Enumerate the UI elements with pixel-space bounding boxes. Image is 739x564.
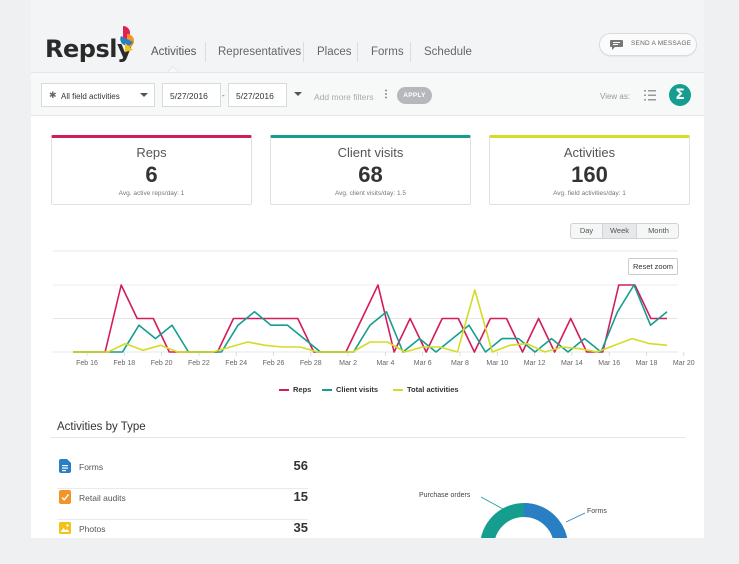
stat-card-title: Client visits	[337, 145, 404, 160]
donut-slice-forms[interactable]	[523, 503, 567, 538]
send-message-label: SEND A MESSAGE	[631, 40, 692, 47]
legend-label: Total activities	[407, 385, 459, 394]
chevron-down-icon	[140, 93, 148, 97]
list-view-icon[interactable]	[644, 90, 656, 101]
send-message-button[interactable]: SEND A MESSAGE	[599, 33, 697, 56]
type-row-retail-audits[interactable]: Retail audits 15	[57, 489, 308, 520]
type-row-value: 35	[293, 520, 308, 535]
x-axis-label: Feb 24	[225, 360, 247, 367]
date-from-input[interactable]: 5/27/2016	[162, 83, 221, 107]
x-axis-label: Mar 6	[414, 360, 432, 367]
date-to-input[interactable]: 5/27/2016	[228, 83, 287, 107]
app-frame: Repsly Activities Representatives Places…	[31, 0, 704, 538]
summary-view-button[interactable]: Σ	[669, 84, 691, 106]
nav-divider	[357, 42, 358, 62]
nav-tab-places[interactable]: Places	[317, 46, 352, 58]
nav-tab-activities[interactable]: Activities	[151, 46, 196, 58]
type-row-label: Retail audits	[79, 493, 126, 503]
date-range-dropdown-icon[interactable]	[294, 92, 302, 96]
stat-card-subtitle: Avg. client visits/day: 1.5	[334, 190, 407, 197]
period-week-button[interactable]: Week	[603, 224, 637, 238]
nav-tab-representatives[interactable]: Representatives	[218, 46, 301, 58]
nav-tab-forms[interactable]: Forms	[371, 46, 404, 58]
chat-bubble-icon	[610, 40, 623, 50]
stat-card-value: 160	[571, 162, 608, 187]
date-from-value: 5/27/2016	[170, 91, 208, 101]
x-axis-label: Mar 16	[598, 360, 620, 367]
legend-swatch	[393, 389, 403, 391]
activity-type-value: All field activities	[61, 92, 120, 101]
x-axis-label: Feb 20	[151, 360, 173, 367]
x-axis-label: Feb 26	[263, 360, 285, 367]
form-icon	[59, 459, 71, 473]
more-options-icon[interactable]: ⋮	[381, 89, 391, 100]
top-navigation: Repsly Activities Representatives Places…	[31, 0, 704, 72]
stat-card-value: 68	[358, 162, 383, 187]
type-row-value: 15	[293, 489, 308, 504]
stat-card-title: Reps	[136, 145, 167, 160]
nav-divider	[303, 42, 304, 62]
donut-leader-line	[480, 496, 504, 510]
reset-zoom-button[interactable]: Reset zoom	[628, 258, 678, 275]
period-month-button[interactable]: Month	[637, 224, 678, 238]
x-axis-label: Feb 18	[113, 360, 135, 367]
type-row-forms[interactable]: Forms 56	[57, 458, 308, 489]
nav-divider	[205, 42, 206, 62]
stat-card-title: Activities	[563, 145, 616, 160]
date-to-value: 5/27/2016	[236, 91, 274, 101]
x-axis-label: Mar 8	[451, 360, 469, 367]
activity-type-select[interactable]: ✱ All field activities	[41, 83, 155, 107]
donut-label-purchase-orders: Purchase orders	[419, 492, 471, 499]
activity-line-chart: Feb 16 Feb 18 Feb 20 Feb 22 Feb 24 Feb 26 Feb …	[53, 250, 695, 367]
donut-leader-line	[565, 512, 586, 523]
x-axis-label: Mar 18	[636, 360, 658, 367]
logo-mark-icon	[120, 26, 134, 52]
stat-card-client-visits: Client visits 68 Avg. client visits/day:…	[270, 135, 471, 205]
photo-icon	[59, 522, 71, 534]
x-axis-label: Mar 2	[339, 360, 357, 367]
stat-card-reps: Reps 6 Avg. active reps/day: 1	[51, 135, 252, 205]
nav-divider	[410, 42, 411, 62]
repsly-logo[interactable]: Repsly	[45, 22, 140, 66]
add-more-filters-link[interactable]: Add more filters	[314, 92, 374, 102]
stat-card-value: 6	[145, 162, 158, 187]
stat-card-subtitle: Avg. field activities/day: 1	[553, 190, 626, 197]
apply-button[interactable]: APPLY	[397, 87, 432, 104]
x-axis-label: Mar 14	[561, 360, 583, 367]
legend-label: Reps	[293, 385, 312, 394]
x-axis-label: Feb 16	[76, 360, 98, 367]
audit-icon	[59, 490, 71, 504]
chart-legend: Reps Client visits Total activities	[31, 384, 704, 396]
nav-tab-schedule[interactable]: Schedule	[424, 46, 472, 58]
type-row-value: 56	[293, 458, 308, 473]
view-as-label: View as:	[600, 92, 631, 101]
stat-card-activities: Activities 160 Avg. field activities/day…	[489, 135, 690, 205]
filter-bar: ✱ All field activities 5/27/2016 - 5/27/…	[31, 72, 704, 116]
section-divider	[51, 437, 685, 438]
x-axis-label: Mar 12	[524, 360, 546, 367]
x-axis-label: Feb 22	[188, 360, 210, 367]
x-axis-label: Mar 10	[486, 360, 508, 367]
legend-swatch	[279, 389, 289, 391]
x-axis-label: Mar 20	[673, 360, 695, 367]
legend-swatch	[322, 389, 332, 391]
date-separator: -	[222, 91, 225, 100]
type-row-label: Forms	[79, 462, 104, 472]
legend-label: Client visits	[336, 385, 379, 394]
period-toggle: Day Week Month	[570, 223, 679, 239]
period-day-button[interactable]: Day	[571, 224, 603, 238]
activities-by-type-heading: Activities by Type	[57, 421, 146, 433]
asterisk-icon: ✱	[49, 90, 57, 100]
type-row-label: Photos	[79, 524, 106, 534]
x-axis-label: Mar 4	[376, 360, 394, 367]
x-axis-label: Feb 28	[300, 360, 322, 367]
donut-label-forms: Forms	[587, 508, 607, 515]
series-line-total-activities[interactable]	[73, 289, 668, 353]
stat-card-subtitle: Avg. active reps/day: 1	[118, 190, 185, 197]
type-row-photos[interactable]: Photos 35	[57, 520, 308, 538]
